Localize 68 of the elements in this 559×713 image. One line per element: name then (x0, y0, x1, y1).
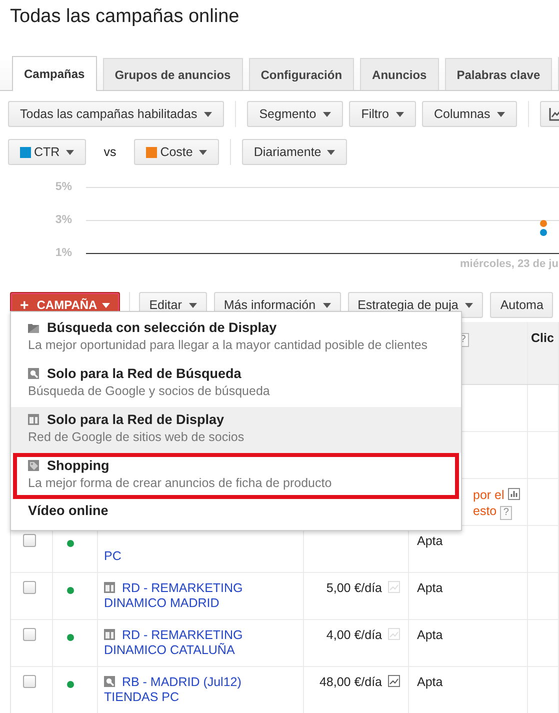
metric-dropdown[interactable]: Coste (134, 139, 219, 165)
status-text: Apta (417, 675, 443, 689)
search-icon (104, 676, 115, 687)
layout-icon (104, 582, 115, 593)
trend-icon[interactable] (388, 675, 400, 687)
budget-text: 4,00 €/día (326, 628, 382, 642)
metric-dropdown[interactable]: CTR (8, 139, 86, 165)
campaign-link[interactable]: RD - REMARKETING DINAMICO CATALUÑA (104, 628, 294, 658)
axis-label: 3% (54, 214, 72, 226)
menu-item[interactable]: Solo para la Red de Búsqueda Búsqueda de Google y socios de búsqueda (11, 361, 461, 407)
status-dot (67, 634, 74, 641)
row-checkbox[interactable] (23, 675, 36, 688)
menu-item[interactable]: Vídeo online (11, 499, 461, 530)
caret-icon (396, 112, 404, 116)
dropdown-button[interactable]: Automa (490, 292, 554, 318)
menu-item[interactable]: Shopping La mejor forma de crear anuncios de ficha de producto (13, 453, 459, 499)
budget-text: 48,00 €/día (319, 675, 382, 689)
row-checkbox[interactable] (23, 628, 36, 641)
data-point-drawing (540, 220, 547, 236)
budget-text: 5,00 €/día (326, 581, 382, 595)
status-text: Apta (417, 534, 443, 548)
caret-icon (465, 302, 474, 308)
caret-icon (198, 150, 207, 154)
bar-chart-icon[interactable] (508, 488, 520, 500)
tab[interactable]: Anuncios (360, 58, 439, 90)
tab[interactable]: Campañas (12, 56, 97, 91)
row-checkbox[interactable] (23, 581, 36, 594)
status-text: Apta (417, 581, 443, 595)
status-text[interactable]: por el (473, 488, 504, 502)
status-dot (67, 540, 74, 547)
caret-icon (327, 150, 336, 154)
tab[interactable]: Configuración (248, 58, 354, 90)
caret-icon (188, 302, 197, 308)
search-icon (28, 368, 39, 379)
campaign-link[interactable]: PC (104, 534, 294, 564)
column-header[interactable]: Clic (531, 331, 554, 345)
layout-icon (28, 414, 39, 425)
campaign-link[interactable]: RD - REMARKETING DINAMICO MADRID (104, 581, 294, 611)
tag-icon (28, 460, 39, 471)
caret-icon (497, 112, 506, 116)
menu-item[interactable]: Solo para la Red de Display Red de Google de sitios web de socios (11, 407, 461, 453)
dropdown-button[interactable]: Todas las campañas habilitadas (8, 101, 224, 127)
date-label: miércoles, 23 de ju (460, 258, 558, 270)
caret-icon (66, 150, 74, 154)
layout-icon (104, 629, 115, 640)
tab[interactable]: Grupos de anuncios (102, 58, 243, 90)
caret-icon (102, 302, 110, 308)
page-title: Todas las campañas online (9, 5, 240, 29)
status-text[interactable]: esto (473, 504, 497, 518)
folder-icon (28, 322, 39, 332)
row-checkbox[interactable] (23, 534, 36, 547)
caret-icon (323, 112, 332, 116)
caret-icon (204, 112, 212, 116)
line-chart-icon (549, 108, 559, 120)
status-dot (67, 681, 74, 688)
axis-label: 1% (54, 247, 72, 259)
dropdown-button[interactable]: Filtro (349, 101, 416, 127)
axis-label: 5% (54, 181, 72, 193)
status-dot (67, 587, 74, 594)
dropdown-button[interactable]: Segmento (247, 101, 344, 127)
caret-icon (322, 302, 331, 308)
period-dropdown[interactable]: Diariamente (242, 139, 348, 165)
vs-label: vs (104, 145, 116, 159)
help-icon[interactable]: ? (500, 506, 512, 520)
status-text: Apta (417, 628, 443, 642)
tab[interactable]: Palabras clave (444, 58, 552, 90)
dropdown-button[interactable]: Columnas (422, 101, 518, 127)
campaign-link[interactable]: RB - MADRID (Jul12) TIENDAS PC (104, 675, 294, 705)
